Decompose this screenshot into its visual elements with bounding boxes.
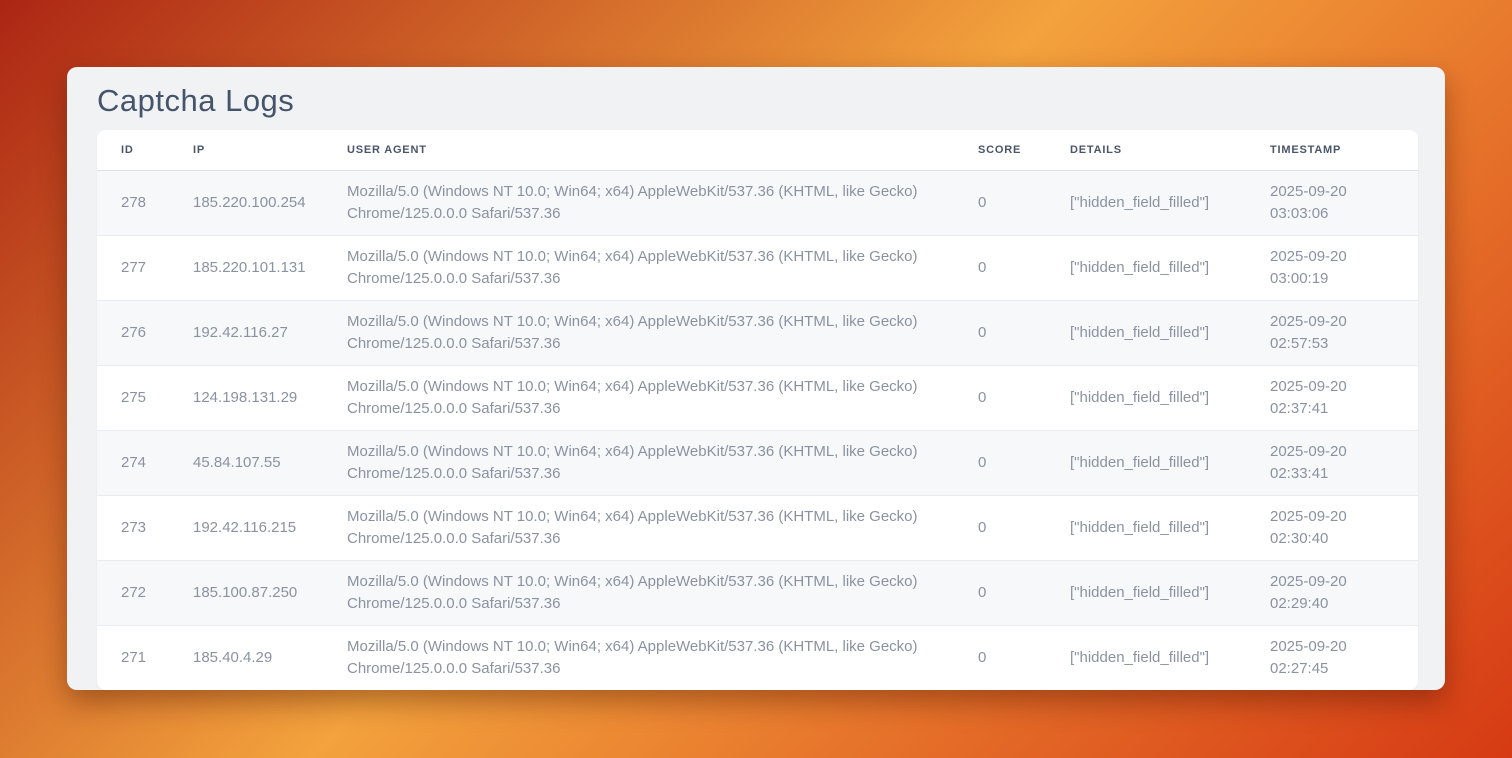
cell-id: 271 <box>97 625 193 690</box>
cell-id: 278 <box>97 170 193 235</box>
cell-score: 0 <box>978 170 1070 235</box>
cell-details: ["hidden_field_filled"] <box>1070 430 1270 495</box>
cell-timestamp: 2025-09-20 03:00:19 <box>1270 235 1418 300</box>
cell-details: ["hidden_field_filled"] <box>1070 170 1270 235</box>
cell-details: ["hidden_field_filled"] <box>1070 495 1270 560</box>
cell-user_agent: Mozilla/5.0 (Windows NT 10.0; Win64; x64… <box>347 170 978 235</box>
cell-ip: 192.42.116.27 <box>193 300 347 365</box>
cell-ip: 185.220.100.254 <box>193 170 347 235</box>
table-row: 272185.100.87.250Mozilla/5.0 (Windows NT… <box>97 560 1418 625</box>
cell-score: 0 <box>978 300 1070 365</box>
cell-user_agent: Mozilla/5.0 (Windows NT 10.0; Win64; x64… <box>347 430 978 495</box>
cell-id: 272 <box>97 560 193 625</box>
cell-timestamp: 2025-09-20 02:57:53 <box>1270 300 1418 365</box>
table-row: 275124.198.131.29Mozilla/5.0 (Windows NT… <box>97 365 1418 430</box>
cell-score: 0 <box>978 560 1070 625</box>
cell-details: ["hidden_field_filled"] <box>1070 365 1270 430</box>
cell-ip: 185.100.87.250 <box>193 560 347 625</box>
column-header-timestamp: TIMESTAMP <box>1270 130 1418 170</box>
column-header-details: DETAILS <box>1070 130 1270 170</box>
logs-table-container: IDIPUSER AGENTSCOREDETAILSTIMESTAMP 2781… <box>97 130 1418 690</box>
cell-user_agent: Mozilla/5.0 (Windows NT 10.0; Win64; x64… <box>347 365 978 430</box>
table-row: 278185.220.100.254Mozilla/5.0 (Windows N… <box>97 170 1418 235</box>
cell-score: 0 <box>978 625 1070 690</box>
cell-id: 277 <box>97 235 193 300</box>
page-title: Captcha Logs <box>97 83 294 119</box>
cell-id: 274 <box>97 430 193 495</box>
logs-table: IDIPUSER AGENTSCOREDETAILSTIMESTAMP 2781… <box>97 130 1418 690</box>
cell-details: ["hidden_field_filled"] <box>1070 625 1270 690</box>
cell-score: 0 <box>978 235 1070 300</box>
captcha-logs-card: Captcha Logs IDIPUSER AGENTSCOREDETAILST… <box>67 67 1445 690</box>
table-row: 271185.40.4.29Mozilla/5.0 (Windows NT 10… <box>97 625 1418 690</box>
cell-score: 0 <box>978 495 1070 560</box>
cell-timestamp: 2025-09-20 02:37:41 <box>1270 365 1418 430</box>
cell-user_agent: Mozilla/5.0 (Windows NT 10.0; Win64; x64… <box>347 300 978 365</box>
cell-ip: 185.40.4.29 <box>193 625 347 690</box>
cell-timestamp: 2025-09-20 03:03:06 <box>1270 170 1418 235</box>
column-header-user_agent: USER AGENT <box>347 130 978 170</box>
table-header-row: IDIPUSER AGENTSCOREDETAILSTIMESTAMP <box>97 130 1418 170</box>
column-header-ip: IP <box>193 130 347 170</box>
cell-id: 273 <box>97 495 193 560</box>
cell-details: ["hidden_field_filled"] <box>1070 560 1270 625</box>
cell-score: 0 <box>978 365 1070 430</box>
cell-timestamp: 2025-09-20 02:33:41 <box>1270 430 1418 495</box>
table-row: 27445.84.107.55Mozilla/5.0 (Windows NT 1… <box>97 430 1418 495</box>
cell-ip: 124.198.131.29 <box>193 365 347 430</box>
cell-score: 0 <box>978 430 1070 495</box>
table-row: 273192.42.116.215Mozilla/5.0 (Windows NT… <box>97 495 1418 560</box>
cell-timestamp: 2025-09-20 02:29:40 <box>1270 560 1418 625</box>
column-header-id: ID <box>97 130 193 170</box>
column-header-score: SCORE <box>978 130 1070 170</box>
cell-ip: 185.220.101.131 <box>193 235 347 300</box>
cell-timestamp: 2025-09-20 02:27:45 <box>1270 625 1418 690</box>
cell-id: 275 <box>97 365 193 430</box>
cell-id: 276 <box>97 300 193 365</box>
cell-details: ["hidden_field_filled"] <box>1070 235 1270 300</box>
table-row: 276192.42.116.27Mozilla/5.0 (Windows NT … <box>97 300 1418 365</box>
cell-user_agent: Mozilla/5.0 (Windows NT 10.0; Win64; x64… <box>347 625 978 690</box>
table-row: 277185.220.101.131Mozilla/5.0 (Windows N… <box>97 235 1418 300</box>
cell-ip: 192.42.116.215 <box>193 495 347 560</box>
cell-details: ["hidden_field_filled"] <box>1070 300 1270 365</box>
cell-ip: 45.84.107.55 <box>193 430 347 495</box>
cell-timestamp: 2025-09-20 02:30:40 <box>1270 495 1418 560</box>
cell-user_agent: Mozilla/5.0 (Windows NT 10.0; Win64; x64… <box>347 495 978 560</box>
cell-user_agent: Mozilla/5.0 (Windows NT 10.0; Win64; x64… <box>347 235 978 300</box>
cell-user_agent: Mozilla/5.0 (Windows NT 10.0; Win64; x64… <box>347 560 978 625</box>
